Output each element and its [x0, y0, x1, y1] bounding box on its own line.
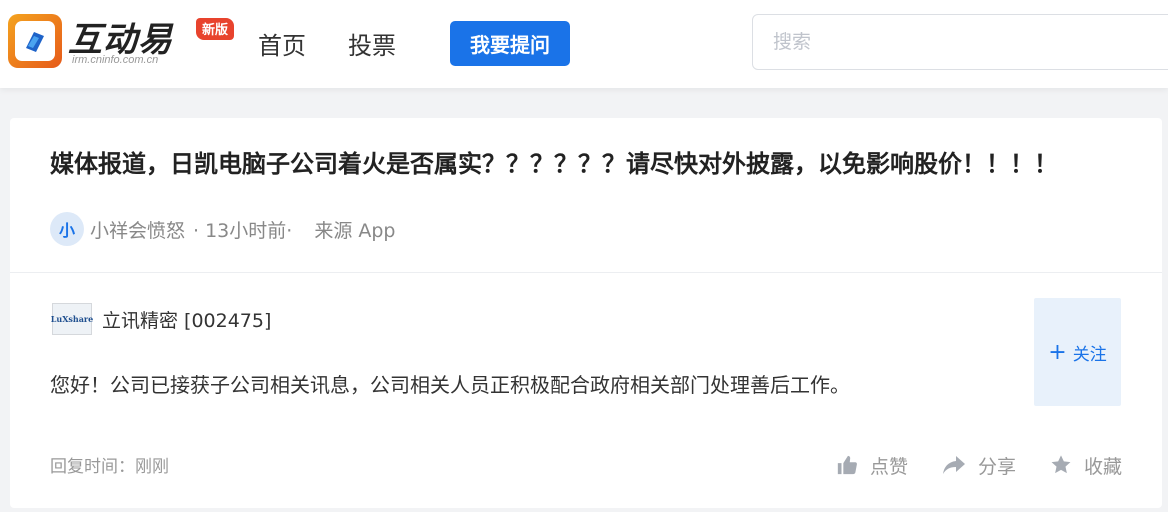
reply-time: 回复时间：刚刚	[50, 457, 169, 477]
site-logo[interactable]: 互动易 irm.cninfo.com.cn 新版	[8, 12, 238, 70]
question-title: 媒体报道，日凯电脑子公司着火是否属实？？？？？？请尽快对外披露，以免影响股价！！…	[50, 150, 1058, 178]
asker-name[interactable]: 小祥会愤怒	[90, 216, 185, 243]
favorite-button[interactable]: 收藏	[1050, 452, 1122, 479]
nav-vote[interactable]: 投票	[348, 26, 396, 61]
qa-card: 媒体报道，日凯电脑子公司着火是否属实？？？？？？请尽快对外披露，以免影响股价！！…	[10, 118, 1162, 508]
thumbs-up-icon	[837, 455, 857, 475]
nav-home[interactable]: 首页	[258, 26, 306, 61]
new-version-badge: 新版	[196, 18, 235, 40]
top-header: 互动易 irm.cninfo.com.cn 新版 首页 投票 我要提问	[0, 0, 1168, 88]
company-name[interactable]: 立讯精密 [002475]	[102, 306, 271, 333]
ask-question-button[interactable]: 我要提问	[450, 21, 570, 66]
company-logo-text: LuXshare	[50, 314, 94, 324]
avatar[interactable]: 小	[50, 212, 84, 246]
follow-label: 关注	[1072, 344, 1107, 365]
share-label: 分享	[977, 455, 1016, 478]
like-label: 点赞	[869, 455, 908, 478]
answer-text: 您好！公司已接获子公司相关讯息，公司相关人员正积极配合政府相关部门处理善后工作。	[50, 373, 850, 397]
divider	[10, 272, 1162, 273]
logo-url: irm.cninfo.com.cn	[72, 54, 159, 66]
share-icon	[942, 456, 965, 474]
company-info: LuXshare 立讯精密 [002475]	[50, 302, 271, 336]
asker-time: · 13小时前·	[193, 219, 293, 242]
search-input[interactable]	[752, 14, 1168, 70]
answer-actions: 点赞 分享 收藏	[802, 450, 1122, 480]
company-logo[interactable]: LuXshare	[50, 303, 94, 335]
favorite-label: 收藏	[1083, 455, 1122, 478]
like-button[interactable]: 点赞	[836, 452, 908, 479]
plus-icon: +	[1048, 339, 1067, 365]
star-icon	[1051, 455, 1071, 474]
follow-button[interactable]: + 关注	[1034, 298, 1121, 406]
asker-info: 小 小祥会愤怒 · 13小时前· 来源 App	[50, 212, 395, 246]
share-button[interactable]: 分享	[942, 452, 1016, 479]
asker-source: 来源 App	[314, 219, 396, 242]
logo-icon	[8, 14, 62, 68]
